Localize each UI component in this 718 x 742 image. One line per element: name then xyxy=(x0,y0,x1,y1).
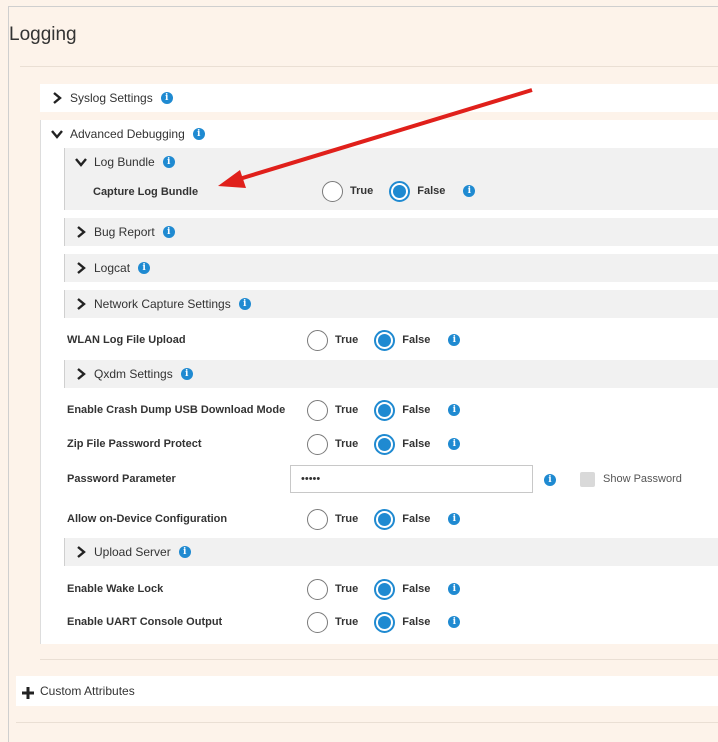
wlan-log-upload-radio: True False i xyxy=(307,329,461,351)
chevron-right-icon xyxy=(74,297,88,311)
password-input[interactable]: ••••• xyxy=(290,465,533,493)
show-password-checkbox[interactable] xyxy=(580,472,595,487)
info-icon[interactable]: i xyxy=(448,404,461,416)
info-icon[interactable]: i xyxy=(448,583,461,595)
false-label: False xyxy=(402,334,431,346)
true-radio[interactable] xyxy=(307,433,328,455)
chevron-right-icon xyxy=(74,367,88,381)
info-icon[interactable]: i xyxy=(448,616,461,628)
crash-dump-label: Enable Crash Dump USB Download Mode xyxy=(67,404,286,416)
chevron-right-icon xyxy=(74,225,88,239)
zip-password-label: Zip File Password Protect xyxy=(67,438,202,450)
logcat-section xyxy=(64,254,718,282)
qxdm-settings-label: Qxdm Settings xyxy=(94,367,173,381)
chevron-right-icon xyxy=(74,545,88,559)
true-label: True xyxy=(335,334,359,346)
chevron-right-icon xyxy=(50,91,64,105)
info-icon[interactable]: i xyxy=(463,185,476,197)
syslog-settings-label: Syslog Settings xyxy=(70,91,153,105)
false-label: False xyxy=(402,438,431,450)
logcat-label: Logcat xyxy=(94,261,131,275)
plus-icon[interactable] xyxy=(21,686,35,703)
chevron-right-icon xyxy=(74,261,88,275)
true-radio[interactable] xyxy=(322,180,343,202)
wlan-log-upload-label: WLAN Log File Upload xyxy=(67,334,186,346)
info-icon[interactable]: i xyxy=(180,368,193,380)
true-radio[interactable] xyxy=(307,611,328,633)
info-icon[interactable]: i xyxy=(448,438,461,450)
log-bundle-label: Log Bundle xyxy=(94,155,155,169)
false-radio[interactable] xyxy=(374,399,396,421)
true-label: True xyxy=(335,616,359,628)
chevron-down-icon xyxy=(50,127,64,141)
network-capture-header[interactable]: Network Capture Settings i xyxy=(74,294,251,314)
false-label: False xyxy=(402,404,431,416)
false-label: False xyxy=(402,583,431,595)
syslog-settings-header[interactable]: Syslog Settings i xyxy=(50,88,173,108)
info-icon[interactable]: i xyxy=(544,474,556,486)
upload-server-label: Upload Server xyxy=(94,545,171,559)
info-icon[interactable]: i xyxy=(162,156,175,168)
password-parameter-label: Password Parameter xyxy=(67,473,176,485)
upload-server-header[interactable]: Upload Server i xyxy=(74,542,191,562)
bug-report-label: Bug Report xyxy=(94,225,155,239)
true-label: True xyxy=(335,583,359,595)
allow-config-label: Allow on-Device Configuration xyxy=(67,513,228,525)
qxdm-settings-header[interactable]: Qxdm Settings i xyxy=(74,364,193,384)
advanced-debugging-header[interactable]: Advanced Debugging i xyxy=(50,124,205,144)
chevron-down-icon xyxy=(74,155,88,169)
false-radio[interactable] xyxy=(374,508,396,530)
info-icon[interactable]: i xyxy=(138,262,151,274)
true-radio[interactable] xyxy=(307,578,328,600)
capture-log-bundle-radio: True False i xyxy=(322,180,476,202)
divider xyxy=(20,66,718,67)
false-label: False xyxy=(417,185,446,197)
true-radio[interactable] xyxy=(307,329,328,351)
info-icon[interactable]: i xyxy=(448,334,461,346)
log-bundle-header[interactable]: Log Bundle i xyxy=(74,152,175,172)
info-icon[interactable]: i xyxy=(160,92,173,104)
info-icon[interactable]: i xyxy=(448,513,461,525)
wake-lock-radio: True False i xyxy=(307,578,461,600)
false-radio[interactable] xyxy=(374,611,396,633)
zip-password-radio: True False i xyxy=(307,433,461,455)
false-radio[interactable] xyxy=(389,180,411,202)
true-label: True xyxy=(335,404,359,416)
uart-console-radio: True False i xyxy=(307,611,461,633)
uart-console-label: Enable UART Console Output xyxy=(67,616,223,628)
true-label: True xyxy=(335,513,359,525)
crash-dump-radio: True False i xyxy=(307,399,461,421)
wake-lock-label: Enable Wake Lock xyxy=(67,583,164,595)
true-label: True xyxy=(350,185,374,197)
true-radio[interactable] xyxy=(307,399,328,421)
divider xyxy=(40,659,718,660)
false-radio[interactable] xyxy=(374,433,396,455)
logcat-header[interactable]: Logcat i xyxy=(74,258,151,278)
capture-log-bundle-label: Capture Log Bundle xyxy=(93,186,199,198)
true-radio[interactable] xyxy=(307,508,328,530)
page-title: Logging xyxy=(9,24,77,45)
bug-report-header[interactable]: Bug Report i xyxy=(74,222,175,242)
custom-attributes-label[interactable]: Custom Attributes xyxy=(40,684,135,698)
true-label: True xyxy=(335,438,359,450)
false-radio[interactable] xyxy=(374,329,396,351)
allow-config-radio: True False i xyxy=(307,508,461,530)
false-label: False xyxy=(402,513,431,525)
info-icon[interactable]: i xyxy=(238,298,251,310)
info-icon[interactable]: i xyxy=(178,546,191,558)
show-password-label: Show Password xyxy=(603,473,682,485)
false-label: False xyxy=(402,616,431,628)
info-icon[interactable]: i xyxy=(192,128,205,140)
advanced-debugging-label: Advanced Debugging xyxy=(70,127,185,141)
info-icon[interactable]: i xyxy=(162,226,175,238)
network-capture-label: Network Capture Settings xyxy=(94,297,231,311)
divider xyxy=(16,722,718,723)
false-radio[interactable] xyxy=(374,578,396,600)
